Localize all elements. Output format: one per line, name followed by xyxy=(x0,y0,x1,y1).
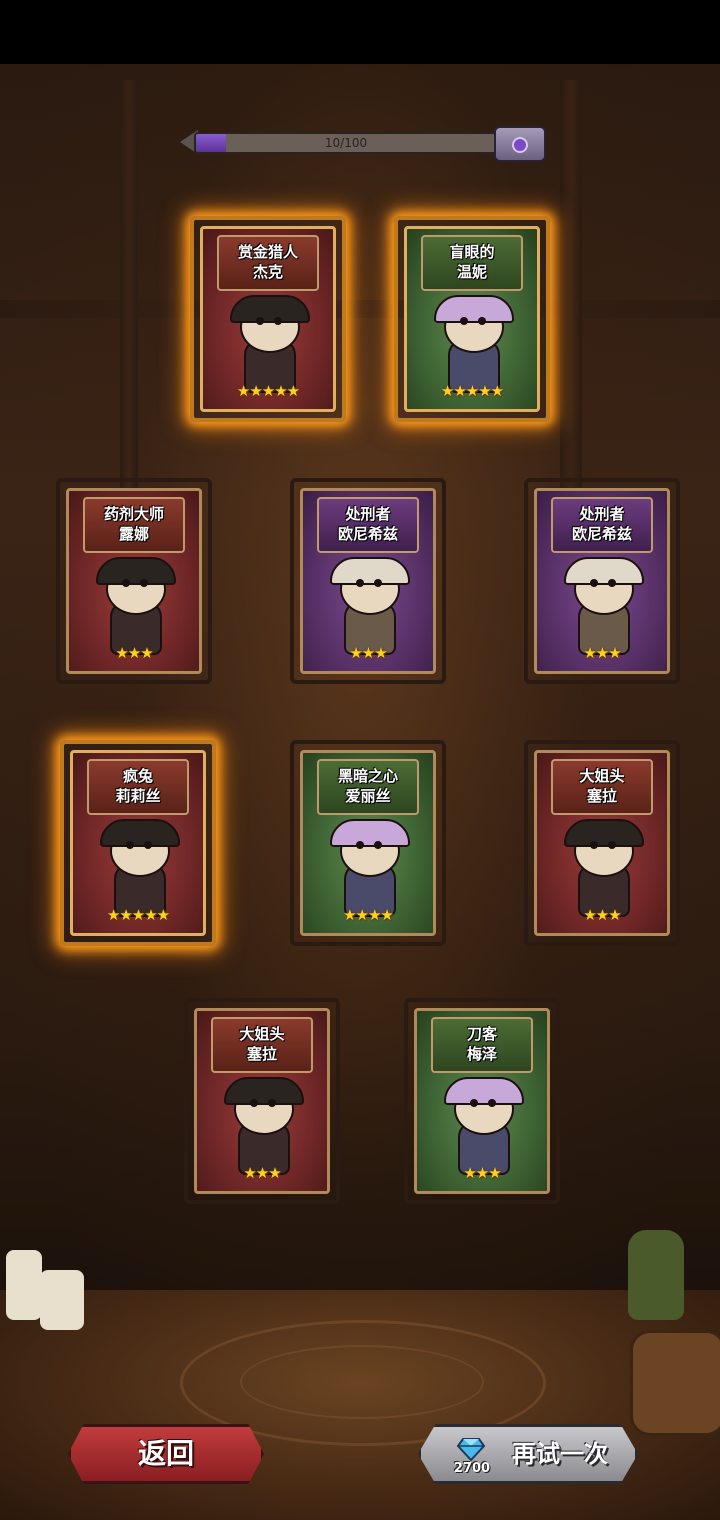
hero-portrait xyxy=(92,557,176,655)
card-frame: 盲眼的温妮 ★★★★★ xyxy=(404,226,540,412)
gacha-results-screen: 10/100 赏金猎人 杰克 ★★★★★ 盲眼的 温妮 ★★★★★ 药剂大师 露娜 ★★★ 处刑者… xyxy=(0,0,720,1520)
status-bar-area xyxy=(0,0,720,64)
hero-card[interactable]: 刀客梅泽 ★★★ xyxy=(404,998,560,1204)
star-rating: ★★★★ xyxy=(343,906,394,924)
hero-title: 药剂大师 xyxy=(103,505,164,523)
summoning-circle-inner xyxy=(240,1345,484,1419)
star-rating: ★★★ xyxy=(463,1164,501,1182)
hero-name: 莉莉丝 xyxy=(115,787,161,805)
hero-title: 盲眼的 xyxy=(449,243,495,261)
barrel-decoration xyxy=(630,1330,720,1436)
hero-portrait xyxy=(96,819,180,917)
star-rating: ★★★★★ xyxy=(440,382,504,400)
hero-name: 欧尼希兹 xyxy=(571,525,632,543)
hero-portrait xyxy=(220,1077,304,1175)
card-frame: 疯兔莉莉丝 ★★★★★ xyxy=(70,750,206,936)
hero-card[interactable]: 大姐头塞拉 ★★★ xyxy=(184,998,340,1204)
hero-card[interactable]: 赏金猎人杰克 ★★★★★ xyxy=(190,216,346,422)
hero-name: 塞拉 xyxy=(246,1045,277,1063)
hero-title: 疯兔 xyxy=(122,767,153,785)
card-name-banner: 刀客 梅泽 xyxy=(431,1017,533,1073)
candles-decoration xyxy=(0,1230,110,1340)
card-frame: 赏金猎人杰克 ★★★★★ xyxy=(200,226,336,412)
hero-title: 刀客 xyxy=(466,1025,497,1043)
hero-name: 杰克 xyxy=(252,263,283,281)
hero-portrait xyxy=(560,819,644,917)
card-frame: 大姐头塞拉 ★★★ xyxy=(534,750,670,936)
card-name-banner: 黑暗之心 爱丽丝 xyxy=(317,759,419,815)
hero-portrait xyxy=(560,557,644,655)
hero-title: 黑暗之心 xyxy=(337,767,398,785)
hero-name: 欧尼希兹 xyxy=(337,525,398,543)
star-rating: ★★★ xyxy=(243,1164,281,1182)
retry-button-label: 再试一次 xyxy=(512,1440,608,1468)
card-name-banner: 大姐头 塞拉 xyxy=(211,1017,313,1073)
back-button[interactable]: 返回 xyxy=(68,1424,264,1484)
card-frame: 大姐头塞拉 ★★★ xyxy=(194,1008,330,1194)
star-rating: ★★★ xyxy=(583,644,621,662)
summon-progress-bar: 10/100 xyxy=(180,126,546,162)
hero-title: 处刑者 xyxy=(579,505,625,523)
progress-track: 10/100 xyxy=(194,132,498,154)
hero-name: 塞拉 xyxy=(586,787,617,805)
star-rating: ★★★ xyxy=(115,644,153,662)
card-name-banner: 盲眼的 温妮 xyxy=(421,235,523,291)
hero-name: 露娜 xyxy=(118,525,149,543)
bottle-decoration xyxy=(628,1230,684,1320)
hero-portrait xyxy=(226,295,310,393)
retry-cost: 2700 xyxy=(453,1461,491,1476)
hero-card[interactable]: 盲眼的温妮 ★★★★★ xyxy=(394,216,550,422)
hero-portrait xyxy=(326,819,410,917)
card-frame: 处刑者欧尼希兹 ★★★ xyxy=(300,488,436,674)
wooden-pillar xyxy=(120,80,138,500)
hero-portrait xyxy=(326,557,410,655)
hero-card[interactable]: 黑暗之心爱丽丝 ★★★★ xyxy=(290,740,446,946)
hero-name: 温妮 xyxy=(456,263,487,281)
diamond-gem-icon xyxy=(457,1438,485,1461)
card-frame: 刀客梅泽 ★★★ xyxy=(414,1008,550,1194)
card-name-banner: 处刑者 欧尼希兹 xyxy=(317,497,419,553)
card-frame: 处刑者欧尼希兹 ★★★ xyxy=(534,488,670,674)
star-rating: ★★★ xyxy=(349,644,387,662)
hero-portrait xyxy=(430,295,514,393)
hero-card[interactable]: 疯兔莉莉丝 ★★★★★ xyxy=(60,740,216,946)
card-name-banner: 药剂大师 露娜 xyxy=(83,497,185,553)
hero-name: 爱丽丝 xyxy=(345,787,391,805)
hero-title: 处刑者 xyxy=(345,505,391,523)
card-name-banner: 大姐头 塞拉 xyxy=(551,759,653,815)
card-name-banner: 处刑者 欧尼希兹 xyxy=(551,497,653,553)
hero-title: 大姐头 xyxy=(239,1025,285,1043)
ceiling-beam xyxy=(0,300,720,318)
card-name-banner: 疯兔 莉莉丝 xyxy=(87,759,189,815)
card-name-banner: 赏金猎人 杰克 xyxy=(217,235,319,291)
card-frame: 药剂大师露娜 ★★★ xyxy=(66,488,202,674)
chest-lock-icon xyxy=(512,137,528,153)
hero-title: 赏金猎人 xyxy=(237,243,298,261)
hero-title: 大姐头 xyxy=(579,767,625,785)
reward-chest-icon[interactable] xyxy=(494,126,546,162)
progress-text: 10/100 xyxy=(324,136,368,150)
back-button-label: 返回 xyxy=(137,1437,194,1470)
star-rating: ★★★ xyxy=(583,906,621,924)
hero-card[interactable]: 处刑者欧尼希兹 ★★★ xyxy=(290,478,446,684)
retry-button[interactable]: 2700 再试一次 xyxy=(418,1424,638,1484)
hero-card[interactable]: 处刑者欧尼希兹 ★★★ xyxy=(524,478,680,684)
hero-card[interactable]: 大姐头塞拉 ★★★ xyxy=(524,740,680,946)
star-rating: ★★★★★ xyxy=(236,382,300,400)
hero-name: 梅泽 xyxy=(466,1045,497,1063)
hero-card[interactable]: 药剂大师露娜 ★★★ xyxy=(56,478,212,684)
card-frame: 黑暗之心爱丽丝 ★★★★ xyxy=(300,750,436,936)
hero-portrait xyxy=(440,1077,524,1175)
star-rating: ★★★★★ xyxy=(106,906,170,924)
